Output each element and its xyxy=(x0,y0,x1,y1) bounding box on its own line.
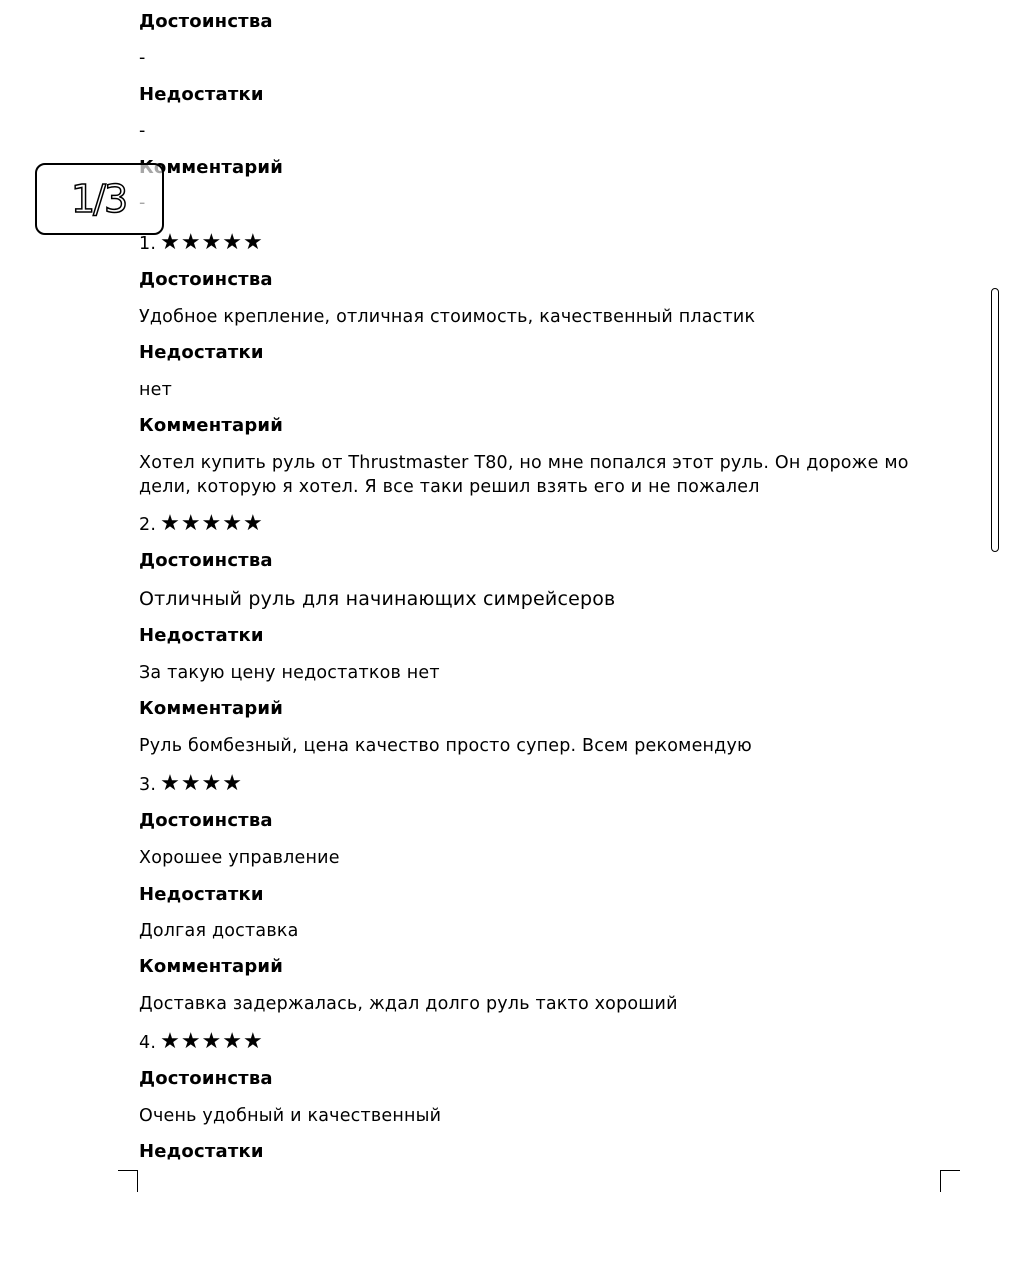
review-number: 3. xyxy=(139,775,157,795)
cons-heading: Недостатки xyxy=(139,1141,264,1162)
review-number: 1. xyxy=(139,234,157,254)
pros-text: - xyxy=(139,48,146,68)
comment-heading: Комментарий xyxy=(139,698,284,719)
review-rating: 2. ★★★★★ xyxy=(139,512,264,537)
pros-heading: Достоинства xyxy=(139,11,273,32)
page-indicator-label: 1/3 xyxy=(70,176,129,222)
cons-text: нет xyxy=(139,380,173,400)
pros-text: Хорошее управление xyxy=(139,848,340,868)
page-corner-left-icon xyxy=(118,1170,138,1192)
cons-text: - xyxy=(139,121,146,141)
pros-text: Отличный руль для начинающих симрейсеров xyxy=(139,588,616,610)
cons-heading: Недостатки xyxy=(139,342,264,363)
cons-heading: Недостатки xyxy=(139,625,264,646)
cons-text: Долгая доставка xyxy=(139,921,299,941)
star-rating-icon: ★★★★★ xyxy=(160,1029,264,1054)
pros-heading: Достоинства xyxy=(139,269,273,290)
page-corner-right-icon xyxy=(940,1170,960,1192)
review-rating: 4. ★★★★★ xyxy=(139,1030,264,1055)
comment-heading: Комментарий xyxy=(139,956,284,977)
review-number: 4. xyxy=(139,1033,157,1053)
comment-text: Доставка задержалась, ждал долго руль та… xyxy=(139,994,678,1014)
cons-text: За такую цену недостатков нет xyxy=(139,663,440,683)
review-number: 2. xyxy=(139,515,157,535)
pros-heading: Достоинства xyxy=(139,1068,273,1089)
cons-heading: Недостатки xyxy=(139,84,264,105)
comment-text: Хотел купить руль от Thrustmaster T80, н… xyxy=(139,453,909,497)
cons-heading: Недостатки xyxy=(139,884,264,905)
star-rating-icon: ★★★★★ xyxy=(160,230,264,255)
pros-heading: Достоинства xyxy=(139,550,273,571)
star-rating-icon: ★★★★★ xyxy=(160,511,264,536)
pros-text: Удобное крепление, отличная стоимость, к… xyxy=(139,307,756,327)
review-rating: 3. ★★★★ xyxy=(139,772,243,797)
page-indicator: 1/3 xyxy=(35,163,164,235)
pros-heading: Достоинства xyxy=(139,810,273,831)
review-rating: 1. ★★★★★ xyxy=(139,231,264,256)
star-rating-icon: ★★★★ xyxy=(160,771,243,796)
comment-heading: Комментарий xyxy=(139,415,284,436)
pros-text: Очень удобный и качественный xyxy=(139,1106,442,1126)
scrollbar-thumb[interactable] xyxy=(991,288,999,552)
comment-text: Руль бомбезный, цена качество просто суп… xyxy=(139,736,752,756)
